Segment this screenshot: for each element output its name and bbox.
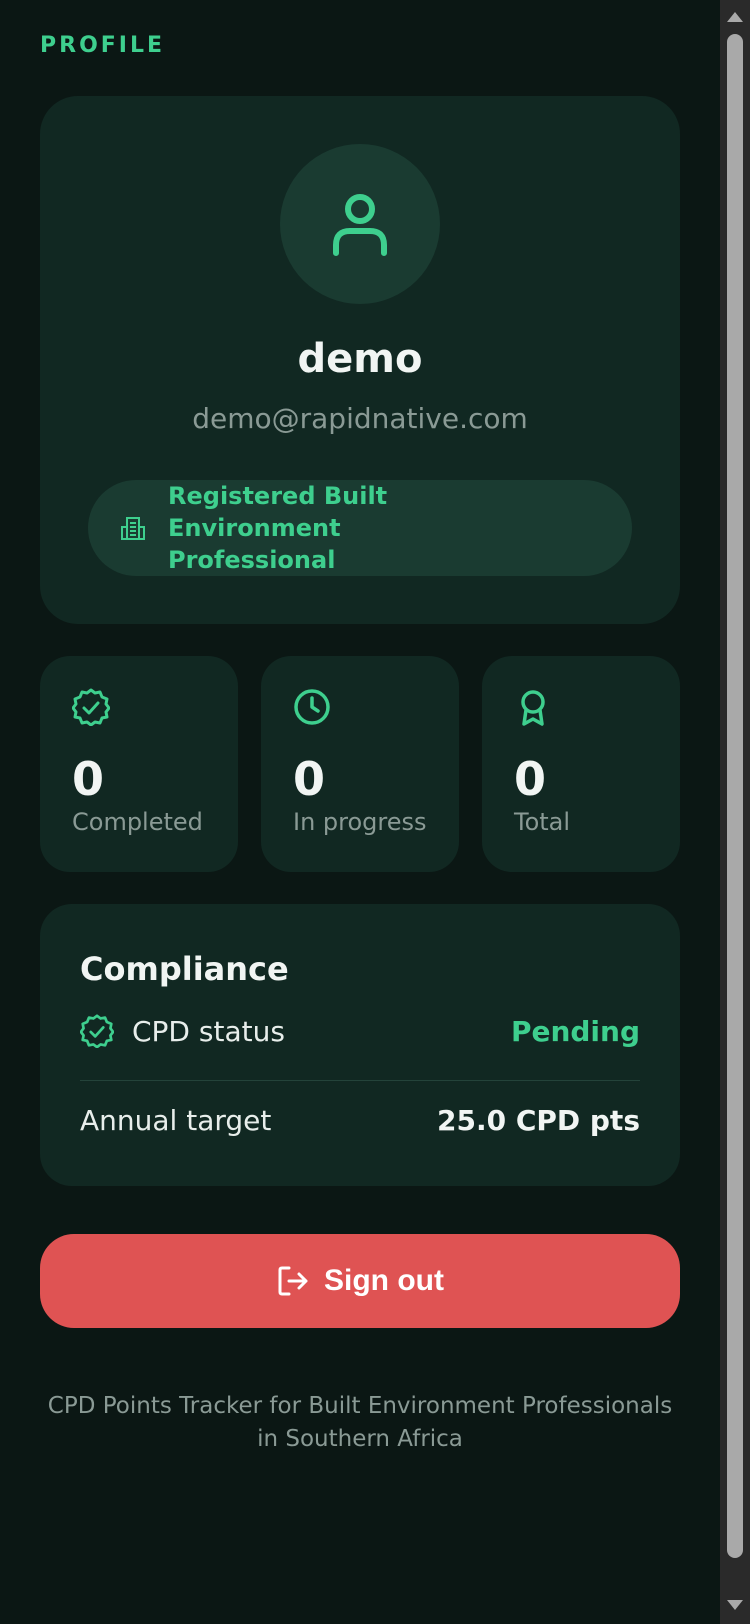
- profile-screen: PROFILE demo demo@rapidnative.com Regist…: [0, 0, 720, 1624]
- stat-value: 0: [72, 752, 105, 806]
- building-icon: [121, 517, 145, 540]
- user-name: demo: [297, 336, 423, 382]
- footer-text: CPD Points Tracker for Built Environment…: [47, 1393, 673, 1452]
- check-badge-icon: [80, 1014, 114, 1048]
- stat-label: Completed: [72, 808, 203, 836]
- stat-completed: 0 Completed: [40, 656, 238, 872]
- stat-value: 0: [293, 752, 326, 806]
- stat-label: Total: [514, 808, 571, 836]
- scroll-up-arrow-icon[interactable]: [727, 12, 743, 22]
- role-badge: Registered Built Environment Professiona…: [88, 480, 632, 576]
- divider: [80, 1080, 640, 1081]
- stat-in-progress: 0 In progress: [261, 656, 459, 872]
- compliance-card: Compliance CPD status Pending Annual tar…: [40, 904, 680, 1186]
- stat-label: In progress: [293, 808, 427, 836]
- compliance-title: Compliance: [80, 950, 289, 988]
- cpd-status-label: CPD status: [132, 1014, 285, 1048]
- award-icon: [521, 690, 545, 726]
- user-icon: [333, 194, 387, 256]
- stat-value: 0: [514, 752, 547, 806]
- annual-target-label: Annual target: [80, 1104, 272, 1137]
- profile-card: demo demo@rapidnative.com Registered Bui…: [40, 96, 680, 624]
- cpd-status-row: CPD status Pending: [80, 1014, 640, 1048]
- scroll-down-arrow-icon[interactable]: [727, 1600, 743, 1610]
- cpd-status-value: Pending: [510, 1014, 640, 1048]
- check-badge-icon: [72, 688, 110, 726]
- sign-out-label: Sign out: [324, 1264, 444, 1297]
- annual-target-value: 25.0 CPD pts: [437, 1104, 640, 1137]
- user-email: demo@rapidnative.com: [192, 402, 528, 435]
- scrollbar[interactable]: [720, 0, 750, 1624]
- annual-target-row: Annual target 25.0 CPD pts: [80, 1104, 640, 1137]
- role-label: Registered Built Environment Professiona…: [168, 482, 388, 574]
- stat-total: 0 Total: [482, 656, 680, 872]
- scroll-thumb[interactable]: [727, 34, 743, 1558]
- sign-out-button[interactable]: Sign out: [40, 1234, 680, 1328]
- clock-icon: [294, 689, 330, 725]
- page-title: PROFILE: [40, 33, 166, 58]
- logout-icon: [278, 1266, 308, 1296]
- avatar: [280, 144, 440, 304]
